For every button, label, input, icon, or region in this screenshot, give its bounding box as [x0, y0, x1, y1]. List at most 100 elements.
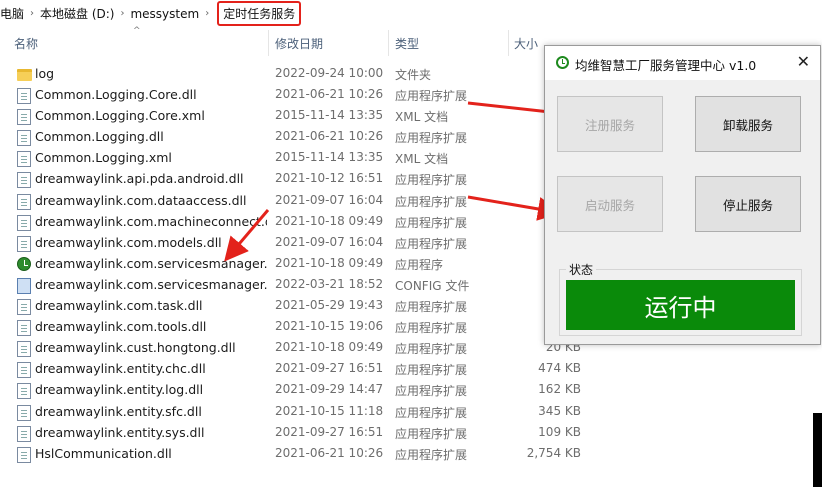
breadcrumb-item-current[interactable]: 定时任务服务	[217, 1, 302, 26]
dll-file-icon	[17, 320, 31, 337]
file-type: 应用程序扩展	[395, 300, 468, 315]
file-date: 2021-09-29 14:47	[275, 382, 384, 397]
status-indicator: 运行中	[566, 280, 795, 330]
dll-file-icon	[17, 446, 31, 463]
file-type: 应用程序扩展	[395, 236, 468, 251]
chevron-right-icon: ›	[205, 8, 210, 19]
file-date: 2021-10-18 09:49	[275, 255, 384, 270]
service-manager-dialog: 均维智慧工厂服务管理中心 v1.0 ✕ 注册服务 卸载服务 启动服务 停止服务 …	[544, 45, 821, 345]
breadcrumb-item-pc[interactable]: 电脑	[0, 5, 24, 22]
sort-up-icon: ^	[133, 26, 141, 36]
file-type: 应用程序扩展	[395, 363, 468, 378]
file-name: dreamwaylink.entity.sys.dll	[35, 424, 205, 440]
file-date: 2021-05-29 19:43	[275, 298, 384, 313]
file-type: 应用程序扩展	[395, 447, 468, 462]
file-type: 文件夹	[395, 68, 432, 82]
column-divider[interactable]	[268, 30, 269, 56]
xml-file-icon	[17, 151, 31, 168]
file-date: 2021-10-15 11:18	[275, 403, 384, 418]
dll-file-icon	[17, 404, 31, 421]
column-divider[interactable]	[508, 30, 509, 56]
dll-file-icon	[17, 214, 31, 231]
file-name: Common.Logging.Core.dll	[35, 87, 197, 103]
file-name: dreamwaylink.com.servicesmanager....	[35, 276, 267, 292]
file-name: Common.Logging.Core.xml	[35, 108, 205, 124]
file-date: 2021-09-07 16:04	[275, 234, 384, 249]
window-edge	[813, 413, 822, 487]
dll-file-icon	[17, 130, 31, 147]
file-name: dreamwaylink.entity.log.dll	[35, 382, 204, 398]
file-date: 2021-06-21 10:26	[275, 445, 384, 460]
column-header-type[interactable]: 类型	[395, 35, 419, 52]
file-name: dreamwaylink.com.tools.dll	[35, 319, 207, 335]
file-row[interactable]: HslCommunication.dll 2021-06-21 10:26 应用程序…	[0, 444, 822, 465]
file-date: 2022-03-21 18:52	[275, 276, 384, 291]
file-type: 应用程序扩展	[395, 342, 468, 357]
file-type: CONFIG 文件	[395, 278, 470, 293]
file-date: 2021-09-07 16:04	[275, 192, 384, 207]
file-date: 2021-10-18 09:49	[275, 213, 384, 228]
dll-file-icon	[17, 383, 31, 400]
dll-file-icon	[17, 193, 31, 210]
stop-service-button[interactable]: 停止服务	[695, 176, 801, 232]
file-name: dreamwaylink.api.pda.android.dll	[35, 171, 244, 187]
status-label: 状态	[566, 261, 597, 278]
dll-file-icon	[17, 235, 31, 252]
file-date: 2021-10-12 16:51	[275, 171, 384, 186]
file-type: 应用程序扩展	[395, 194, 468, 209]
chevron-right-icon: ›	[30, 8, 35, 19]
file-row[interactable]: dreamwaylink.entity.log.dll 2021-09-29 14…	[0, 380, 822, 401]
file-type: 应用程序扩展	[395, 173, 468, 188]
file-type: 应用程序	[395, 257, 444, 272]
close-icon[interactable]: ✕	[797, 52, 810, 71]
file-name: dreamwaylink.com.machineconnect.dll	[35, 213, 267, 229]
clock-icon	[556, 56, 569, 69]
file-name: dreamwaylink.cust.hongtong.dll	[35, 340, 236, 356]
file-type: 应用程序扩展	[395, 426, 468, 441]
file-name: dreamwaylink.entity.sfc.dll	[35, 403, 202, 419]
file-size: 2,754 KB	[526, 445, 581, 460]
column-divider[interactable]	[388, 30, 389, 56]
file-name: HslCommunication.dll	[35, 445, 172, 461]
file-row[interactable]: dreamwaylink.entity.sys.dll 2021-09-27 16…	[0, 423, 822, 444]
file-date: 2021-10-18 09:49	[275, 340, 384, 355]
file-size: 474 KB	[538, 361, 581, 376]
file-date: 2015-11-14 13:35	[275, 108, 384, 123]
dll-file-icon	[17, 341, 31, 358]
file-name: log	[35, 66, 55, 81]
dll-file-icon	[17, 299, 31, 316]
uninstall-service-button[interactable]: 卸载服务	[695, 96, 801, 152]
file-type: 应用程序扩展	[395, 321, 468, 336]
file-type: XML 文档	[395, 152, 449, 167]
file-name: dreamwaylink.com.dataaccess.dll	[35, 192, 247, 208]
dialog-title: 均维智慧工厂服务管理中心 v1.0	[575, 58, 757, 73]
column-header-size[interactable]: 大小	[514, 35, 538, 52]
folder-icon	[17, 69, 32, 81]
file-date: 2021-06-21 10:26	[275, 129, 384, 144]
file-row[interactable]: dreamwaylink.entity.chc.dll 2021-09-27 16…	[0, 359, 822, 380]
file-date: 2021-10-15 19:06	[275, 319, 384, 334]
file-type: 应用程序扩展	[395, 131, 468, 146]
start-service-button[interactable]: 启动服务	[557, 176, 663, 232]
file-date: 2021-09-27 16:51	[275, 361, 384, 376]
status-group: 状态 运行中	[559, 261, 802, 336]
dll-file-icon	[17, 88, 31, 105]
file-name: dreamwaylink.entity.chc.dll	[35, 361, 206, 377]
dialog-titlebar[interactable]: 均维智慧工厂服务管理中心 v1.0 ✕	[545, 46, 820, 80]
file-date: 2015-11-14 13:35	[275, 150, 384, 165]
column-header-name[interactable]: 名称	[14, 35, 38, 52]
file-name: dreamwaylink.com.servicesmanager....	[35, 255, 267, 271]
chevron-right-icon: ›	[120, 8, 125, 19]
file-date: 2021-06-21 10:26	[275, 87, 384, 102]
app-exe-icon	[17, 256, 31, 271]
register-service-button[interactable]: 注册服务	[557, 96, 663, 152]
file-type: 应用程序扩展	[395, 405, 468, 420]
file-size: 109 KB	[538, 424, 581, 439]
file-type: 应用程序扩展	[395, 89, 468, 104]
breadcrumb-item-folder[interactable]: messystem	[130, 7, 199, 21]
file-row[interactable]: dreamwaylink.entity.sfc.dll 2021-10-15 11…	[0, 402, 822, 423]
file-date: 2021-09-27 16:51	[275, 424, 384, 439]
breadcrumb-item-drive[interactable]: 本地磁盘 (D:)	[40, 5, 114, 22]
column-header-date[interactable]: 修改日期	[275, 35, 323, 52]
dll-file-icon	[17, 362, 31, 379]
